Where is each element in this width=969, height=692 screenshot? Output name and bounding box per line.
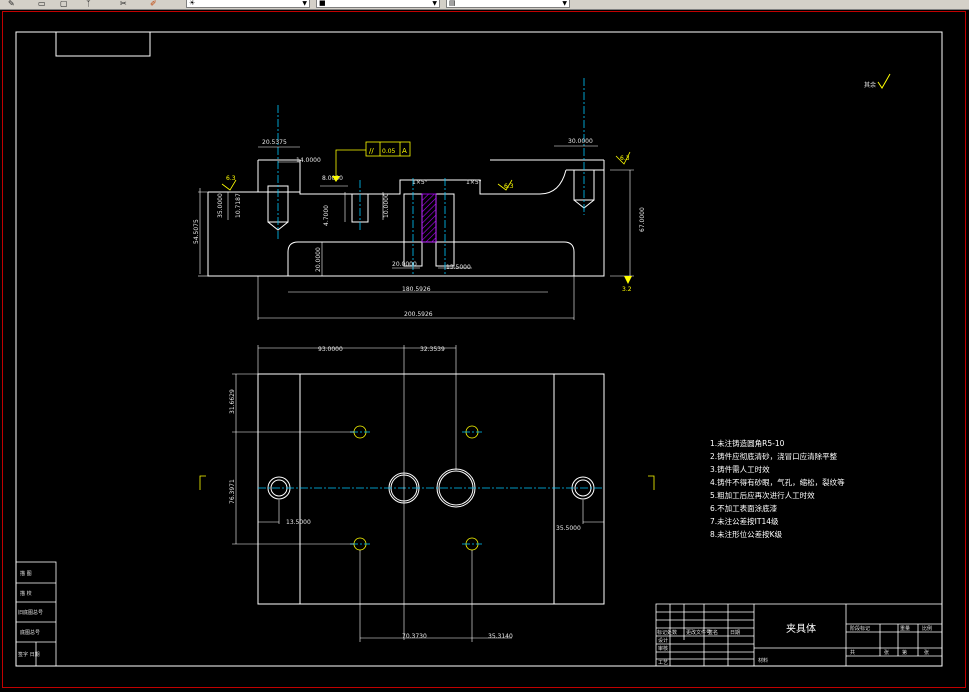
geometric-tolerance-frame: // 0.05 A (332, 141, 411, 182)
svg-text:材料: 材料 (758, 657, 768, 664)
svg-text:70.3730: 70.3730 (402, 633, 427, 640)
svg-text:6.3: 6.3 (504, 183, 514, 190)
svg-text:7.未注公差按IT14级: 7.未注公差按IT14级 (710, 516, 779, 526)
svg-text:其余: 其余 (864, 81, 876, 89)
svg-text:比例: 比例 (922, 625, 932, 632)
svg-text:底图总号: 底图总号 (20, 629, 40, 636)
svg-text:审核: 审核 (658, 645, 668, 652)
svg-text:6.不加工表面涂底漆: 6.不加工表面涂底漆 (710, 503, 778, 513)
svg-text:13.5000: 13.5000 (446, 264, 471, 271)
svg-text:3.铸件需人工时效: 3.铸件需人工时效 (710, 464, 770, 474)
svg-text:1×5°: 1×5° (466, 179, 482, 186)
svg-text:35.3140: 35.3140 (488, 633, 513, 640)
svg-text:设计: 设计 (658, 637, 668, 644)
svg-text:签名: 签名 (708, 629, 718, 636)
svg-text:35.0000: 35.0000 (217, 193, 224, 218)
svg-text:10.0000: 10.0000 (383, 193, 390, 218)
svg-text:30.0000: 30.0000 (568, 138, 593, 145)
svg-text:1.未注铸造圆角R5-10: 1.未注铸造圆角R5-10 (710, 438, 785, 448)
svg-text:20.0000: 20.0000 (315, 247, 322, 272)
technical-notes: 1.未注铸造圆角R5-10 2.铸件应彻底清砂，浇冒口应清除平整 3.铸件需人工… (710, 438, 845, 539)
top-view (207, 159, 605, 277)
roughness-note: 其余 (864, 73, 891, 89)
svg-text://: // (369, 147, 374, 155)
svg-text:工艺: 工艺 (658, 660, 668, 666)
svg-text:描 校: 描 校 (20, 590, 32, 597)
svg-text:93.0000: 93.0000 (318, 346, 343, 353)
svg-text:共: 共 (850, 649, 855, 656)
svg-text:13.5000: 13.5000 (286, 519, 311, 526)
front-view-centerlines (258, 431, 604, 545)
svg-text:20.0000: 20.0000 (392, 261, 417, 268)
svg-text:4.7000: 4.7000 (323, 205, 330, 226)
svg-text:6.3: 6.3 (226, 175, 236, 182)
svg-text:35.5000: 35.5000 (556, 525, 581, 532)
svg-text:14.0000: 14.0000 (296, 157, 321, 164)
svg-text:4.铸件不得有砂眼，气孔，缩松，裂纹等: 4.铸件不得有砂眼，气孔，缩松，裂纹等 (710, 477, 845, 487)
svg-text:20.5375: 20.5375 (262, 139, 287, 146)
svg-text:31.6629: 31.6629 (229, 389, 236, 414)
svg-text:67.0000: 67.0000 (639, 207, 646, 232)
svg-text:1×5°: 1×5° (412, 179, 428, 186)
svg-text:76.3971: 76.3971 (229, 479, 236, 504)
svg-text:签字 日期: 签字 日期 (18, 651, 40, 658)
svg-text:5.粗加工后应再次进行人工时效: 5.粗加工后应再次进行人工时效 (710, 490, 815, 500)
front-view-dimension-texts: 93.0000 32.3539 31.6629 76.3971 13.5000 … (229, 346, 581, 640)
svg-text:32.3539: 32.3539 (420, 346, 445, 353)
top-view-dimension-texts: 20.5375 14.0000 30.0000 8.0000 20.0000 1… (193, 138, 646, 318)
svg-text:200.5926: 200.5926 (404, 311, 433, 318)
svg-text:180.5926: 180.5926 (402, 286, 431, 293)
svg-text:张: 张 (884, 649, 889, 656)
svg-text:2.铸件应彻底清砂，浇冒口应清除平整: 2.铸件应彻底清砂，浇冒口应清除平整 (710, 451, 838, 461)
svg-text:0.05: 0.05 (382, 148, 396, 155)
drawing-frame (15, 31, 943, 667)
svg-text:日期: 日期 (730, 630, 740, 636)
part-name: 夹具体 (786, 622, 816, 635)
svg-text:标记处数: 标记处数 (657, 629, 677, 636)
svg-text:A: A (402, 147, 407, 155)
front-view (257, 373, 605, 605)
svg-text:8.未注形位公差按K级: 8.未注形位公差按K级 (710, 529, 783, 539)
svg-text:54.5075: 54.5075 (193, 219, 200, 244)
svg-text:旧底图总号: 旧底图总号 (18, 609, 43, 616)
svg-text:重量: 重量 (900, 625, 910, 632)
section-hatch (421, 193, 437, 243)
svg-text:6.3: 6.3 (620, 155, 630, 162)
svg-text:阶段标记: 阶段标记 (850, 625, 870, 632)
svg-text:张: 张 (924, 649, 929, 656)
cad-drawing-canvas[interactable]: 其余 20.5375 14.0000 30.0000 8.0000 20.000… (0, 0, 969, 692)
svg-text:10.7187: 10.7187 (235, 193, 242, 218)
svg-text:描 图: 描 图 (20, 570, 32, 577)
top-view-dimensions (198, 145, 634, 320)
svg-text:3.2: 3.2 (622, 286, 632, 293)
svg-text:第: 第 (902, 649, 907, 656)
